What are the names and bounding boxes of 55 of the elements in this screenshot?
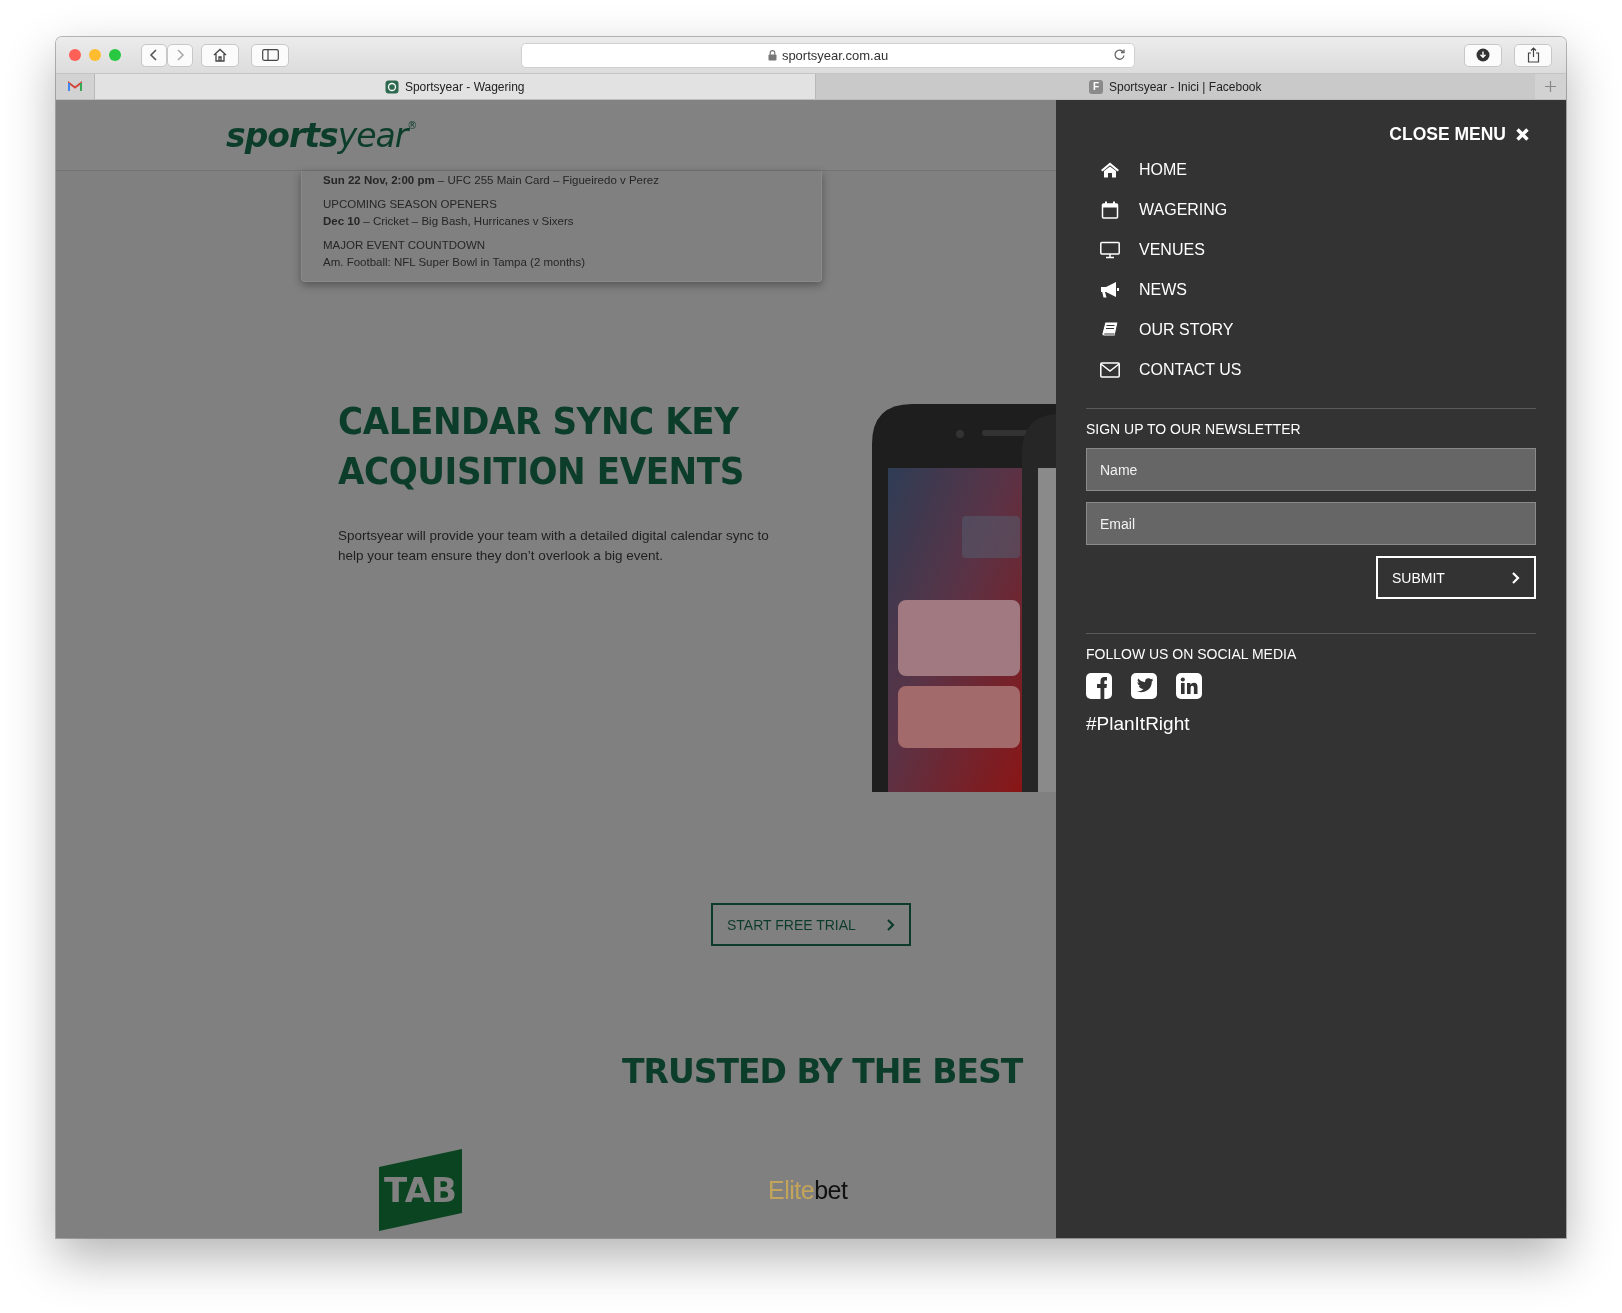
newsletter-heading: SIGN UP TO OUR NEWSLETTER [1086,421,1302,437]
chevron-right-icon [175,48,185,62]
sidebar-button[interactable] [251,43,289,67]
download-button[interactable] [1464,43,1502,67]
social-heading: FOLLOW US ON SOCIAL MEDIA [1086,646,1298,662]
address-bar[interactable]: sportsyear.com.au [521,42,1135,68]
menu-item[interactable]: CONTACT US [1086,350,1536,390]
mail-icon [1100,361,1120,379]
favicon-letter: F [1089,79,1103,94]
sidebar-icon [261,49,279,61]
event-heading: MAJOR EVENT COUNTDOWN [323,238,487,253]
tab-logo: TAB [379,1149,462,1231]
chevron-right-icon [1511,570,1520,585]
monitor-icon [1100,241,1120,259]
event-text: Dec 10 – Cricket – Big Bash, Hurricanes v Sixers [323,214,575,229]
browser-tab[interactable]: Sportsyear - Wagering [94,74,815,99]
chevron-left-icon [149,48,159,62]
elitebet-logo: Elitebet [768,1176,848,1205]
linkedin-icon[interactable] [1176,673,1202,699]
back-button[interactable] [141,43,167,67]
input-field[interactable]: Email [1086,502,1536,545]
section-title: TRUSTED BY THE BEST [622,1051,1023,1093]
share-button[interactable] [1514,43,1552,67]
twitter-icon[interactable] [1131,673,1157,699]
lock-icon [767,49,777,61]
url-text: sportsyear.com.au [781,47,889,63]
home-icon [1100,161,1120,179]
menu-item[interactable]: VENUES [1086,230,1536,270]
book-icon [1100,321,1120,339]
browser-tab[interactable]: F Sportsyear - Inici | Facebook [814,74,1535,99]
input-field[interactable]: Name [1086,448,1536,491]
megaphone-icon [1100,281,1120,299]
section-title: CALENDAR SYNC KEY ACQUISITION EVENTS [338,398,744,495]
share-icon [1526,47,1540,63]
menu-item[interactable]: HOME [1086,150,1536,190]
event-text: Sun 22 Nov, 2:00 pm – UFC 255 Main Card – Figueiredo v Perez [323,173,660,188]
menu-item[interactable]: WAGERING [1086,190,1536,230]
close-menu-button[interactable]: CLOSE MENU [1389,122,1530,146]
hashtag-text: #PlanItRight [1086,713,1191,735]
facebook-icon[interactable] [1086,673,1112,699]
home-icon [212,48,228,62]
mail-favicon-icon[interactable] [68,81,82,92]
home-button[interactable] [201,43,239,67]
favicon-icon [384,79,399,94]
close-icon [1515,126,1530,142]
event-heading: UPCOMING SEASON OPENERS [323,197,498,212]
menu-item[interactable]: OUR STORY [1086,310,1536,350]
download-icon [1476,48,1490,62]
calendar-icon [1100,201,1120,219]
submit-button[interactable]: SUBMIT [1376,556,1536,599]
menu-item[interactable]: NEWS [1086,270,1536,310]
section-text: Sportsyear will provide your team with a detailed digital calendar sync to help your team ensure they don’t overlook a big event. [338,527,770,565]
chevron-right-icon [886,917,895,932]
reload-icon[interactable] [1113,47,1126,61]
event-text: Am. Football: NFL Super Bowl in Tampa (2 months) [323,255,587,270]
